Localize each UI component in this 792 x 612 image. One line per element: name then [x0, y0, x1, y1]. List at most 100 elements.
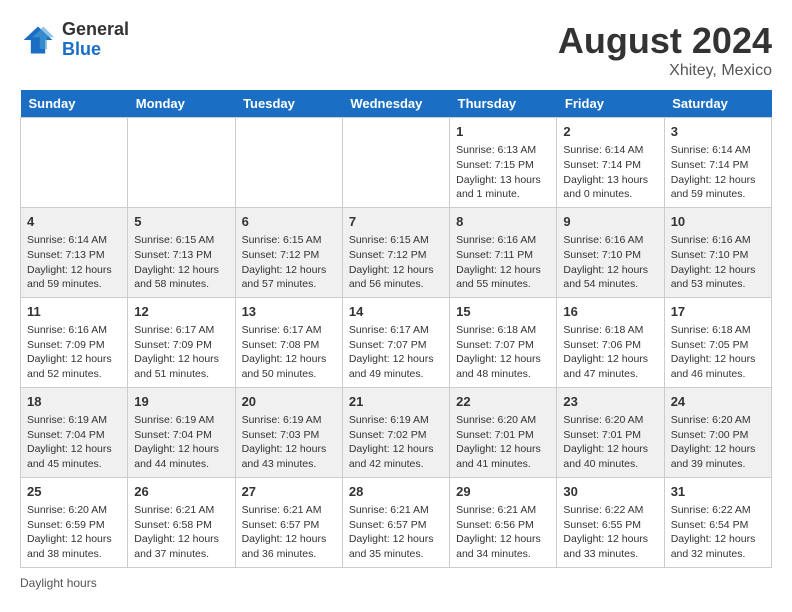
calendar-cell: 16 Sunrise: 6:18 AM Sunset: 7:06 PM Dayli…	[557, 297, 664, 387]
day-info: Sunrise: 6:18 AM Sunset: 7:07 PM Dayligh…	[456, 323, 550, 382]
calendar-cell: 3Sunrise: 6:14 AM Sunset: 7:14 PM Daylig…	[664, 118, 771, 208]
day-number: 18	[27, 393, 121, 411]
day-number: 19	[134, 393, 228, 411]
calendar-cell: 23Sunrise: 6:20 AM Sunset: 7:01 PM Dayli…	[557, 387, 664, 477]
day-number: 15	[456, 303, 550, 321]
calendar-cell	[128, 118, 235, 208]
calendar-cell: 24 Sunrise: 6:20 AM Sunset: 7:00 PM Dayli…	[664, 387, 771, 477]
day-number: 8	[456, 213, 550, 231]
day-header-thursday: Thursday	[450, 90, 557, 118]
day-number: 21	[349, 393, 443, 411]
day-info: Sunrise: 6:20 AM Sunset: 7:01 PM Dayligh…	[456, 413, 550, 472]
calendar-cell: 29 Sunrise: 6:21 AM Sunset: 6:56 PM Dayli…	[450, 477, 557, 567]
day-info: Sunrise: 6:19 AM Sunset: 7:03 PM Dayligh…	[242, 413, 336, 472]
day-number: 24	[671, 393, 765, 411]
logo-icon	[20, 22, 56, 58]
day-number: 11	[27, 303, 121, 321]
day-header-wednesday: Wednesday	[342, 90, 449, 118]
day-header-sunday: Sunday	[21, 90, 128, 118]
calendar-cell: 13Sunrise: 6:17 AM Sunset: 7:08 PM Dayli…	[235, 297, 342, 387]
calendar-cell	[342, 118, 449, 208]
day-info: Sunrise: 6:16 AM Sunset: 7:11 PM Dayligh…	[456, 233, 550, 292]
logo-text: General Blue	[62, 20, 129, 60]
page-header: General Blue August 2024 Xhitey, Mexico	[20, 20, 772, 80]
day-info: Sunrise: 6:21 AM Sunset: 6:57 PM Dayligh…	[242, 503, 336, 562]
day-info: Sunrise: 6:19 AM Sunset: 7:02 PM Dayligh…	[349, 413, 443, 472]
day-info: Sunrise: 6:15 AM Sunset: 7:12 PM Dayligh…	[242, 233, 336, 292]
location: Xhitey, Mexico	[558, 62, 772, 80]
day-number: 9	[563, 213, 657, 231]
daylight-label: Daylight hours	[20, 576, 97, 590]
day-info: Sunrise: 6:17 AM Sunset: 7:09 PM Dayligh…	[134, 323, 228, 382]
calendar-cell: 22 Sunrise: 6:20 AM Sunset: 7:01 PM Dayli…	[450, 387, 557, 477]
day-info: Sunrise: 6:19 AM Sunset: 7:04 PM Dayligh…	[134, 413, 228, 472]
day-info: Sunrise: 6:22 AM Sunset: 6:55 PM Dayligh…	[563, 503, 657, 562]
calendar-cell: 26 Sunrise: 6:21 AM Sunset: 6:58 PM Dayli…	[128, 477, 235, 567]
day-info: Sunrise: 6:16 AM Sunset: 7:09 PM Dayligh…	[27, 323, 121, 382]
day-info: Sunrise: 6:20 AM Sunset: 7:01 PM Dayligh…	[563, 413, 657, 472]
day-number: 29	[456, 483, 550, 501]
day-header-saturday: Saturday	[664, 90, 771, 118]
day-number: 31	[671, 483, 765, 501]
day-number: 4	[27, 213, 121, 231]
day-number: 27	[242, 483, 336, 501]
logo-line2: Blue	[62, 39, 101, 59]
week-row-5: 25Sunrise: 6:20 AM Sunset: 6:59 PM Dayli…	[21, 477, 772, 567]
week-row-1: 1 Sunrise: 6:13 AM Sunset: 7:15 PM Daylig…	[21, 118, 772, 208]
day-number: 16	[563, 303, 657, 321]
calendar-cell: 8 Sunrise: 6:16 AM Sunset: 7:11 PM Daylig…	[450, 207, 557, 297]
calendar-cell: 30Sunrise: 6:22 AM Sunset: 6:55 PM Dayli…	[557, 477, 664, 567]
calendar-cell: 11 Sunrise: 6:16 AM Sunset: 7:09 PM Dayli…	[21, 297, 128, 387]
day-number: 17	[671, 303, 765, 321]
title-block: August 2024 Xhitey, Mexico	[558, 20, 772, 80]
calendar-cell: 12 Sunrise: 6:17 AM Sunset: 7:09 PM Dayli…	[128, 297, 235, 387]
day-info: Sunrise: 6:15 AM Sunset: 7:13 PM Dayligh…	[134, 233, 228, 292]
calendar-cell: 20 Sunrise: 6:19 AM Sunset: 7:03 PM Dayli…	[235, 387, 342, 477]
calendar-cell: 2 Sunrise: 6:14 AM Sunset: 7:14 PM Daylig…	[557, 118, 664, 208]
day-info: Sunrise: 6:14 AM Sunset: 7:14 PM Dayligh…	[563, 143, 657, 202]
calendar-cell: 19 Sunrise: 6:19 AM Sunset: 7:04 PM Dayli…	[128, 387, 235, 477]
day-number: 20	[242, 393, 336, 411]
day-info: Sunrise: 6:19 AM Sunset: 7:04 PM Dayligh…	[27, 413, 121, 472]
day-number: 7	[349, 213, 443, 231]
day-number: 2	[563, 123, 657, 141]
day-info: Sunrise: 6:13 AM Sunset: 7:15 PM Dayligh…	[456, 143, 550, 202]
calendar-cell: 28Sunrise: 6:21 AM Sunset: 6:57 PM Dayli…	[342, 477, 449, 567]
day-header-tuesday: Tuesday	[235, 90, 342, 118]
month-year: August 2024	[558, 20, 772, 62]
calendar-cell: 25Sunrise: 6:20 AM Sunset: 6:59 PM Dayli…	[21, 477, 128, 567]
day-number: 22	[456, 393, 550, 411]
calendar-cell: 5Sunrise: 6:15 AM Sunset: 7:13 PM Daylig…	[128, 207, 235, 297]
header-row: SundayMondayTuesdayWednesdayThursdayFrid…	[21, 90, 772, 118]
calendar-cell: 1 Sunrise: 6:13 AM Sunset: 7:15 PM Daylig…	[450, 118, 557, 208]
day-header-friday: Friday	[557, 90, 664, 118]
day-number: 6	[242, 213, 336, 231]
day-info: Sunrise: 6:21 AM Sunset: 6:56 PM Dayligh…	[456, 503, 550, 562]
day-number: 1	[456, 123, 550, 141]
day-info: Sunrise: 6:18 AM Sunset: 7:06 PM Dayligh…	[563, 323, 657, 382]
day-info: Sunrise: 6:18 AM Sunset: 7:05 PM Dayligh…	[671, 323, 765, 382]
calendar-cell: 14Sunrise: 6:17 AM Sunset: 7:07 PM Dayli…	[342, 297, 449, 387]
day-info: Sunrise: 6:21 AM Sunset: 6:58 PM Dayligh…	[134, 503, 228, 562]
day-number: 26	[134, 483, 228, 501]
calendar-cell: 18 Sunrise: 6:19 AM Sunset: 7:04 PM Dayli…	[21, 387, 128, 477]
week-row-3: 11 Sunrise: 6:16 AM Sunset: 7:09 PM Dayli…	[21, 297, 772, 387]
footer: Daylight hours	[20, 576, 772, 590]
logo: General Blue	[20, 20, 129, 60]
calendar-cell: 17 Sunrise: 6:18 AM Sunset: 7:05 PM Dayli…	[664, 297, 771, 387]
calendar-cell: 7 Sunrise: 6:15 AM Sunset: 7:12 PM Daylig…	[342, 207, 449, 297]
calendar-cell: 10Sunrise: 6:16 AM Sunset: 7:10 PM Dayli…	[664, 207, 771, 297]
day-info: Sunrise: 6:15 AM Sunset: 7:12 PM Dayligh…	[349, 233, 443, 292]
day-number: 12	[134, 303, 228, 321]
day-info: Sunrise: 6:20 AM Sunset: 7:00 PM Dayligh…	[671, 413, 765, 472]
calendar-cell: 31 Sunrise: 6:22 AM Sunset: 6:54 PM Dayli…	[664, 477, 771, 567]
day-number: 13	[242, 303, 336, 321]
logo-line1: General	[62, 19, 129, 39]
day-number: 25	[27, 483, 121, 501]
calendar-table: SundayMondayTuesdayWednesdayThursdayFrid…	[20, 90, 772, 568]
calendar-cell	[235, 118, 342, 208]
week-row-2: 4Sunrise: 6:14 AM Sunset: 7:13 PM Daylig…	[21, 207, 772, 297]
day-info: Sunrise: 6:22 AM Sunset: 6:54 PM Dayligh…	[671, 503, 765, 562]
day-info: Sunrise: 6:14 AM Sunset: 7:14 PM Dayligh…	[671, 143, 765, 202]
week-row-4: 18 Sunrise: 6:19 AM Sunset: 7:04 PM Dayli…	[21, 387, 772, 477]
